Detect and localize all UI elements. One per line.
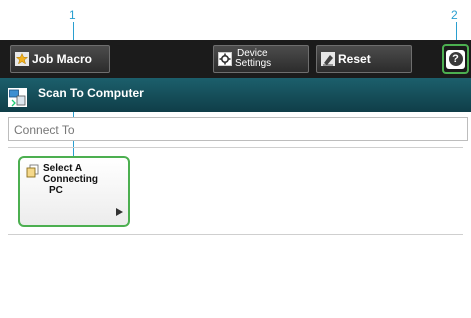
job-macro-button[interactable]: Job Macro xyxy=(10,45,110,73)
tile-label-line1: Select A xyxy=(43,163,83,174)
arrow-right-icon xyxy=(116,203,123,221)
device-settings-icon xyxy=(218,52,232,66)
separator-top xyxy=(8,147,463,148)
tile-label-line3: PC xyxy=(49,185,63,196)
connect-to-field[interactable]: Connect To xyxy=(8,117,468,141)
select-connecting-pc-button[interactable]: Select A Connecting PC xyxy=(18,156,130,227)
screen-title-bar: Scan To Computer xyxy=(0,78,471,112)
device-settings-label-line2: Settings xyxy=(235,58,272,69)
top-toolbar: Job Macro Device Settings Reset ? xyxy=(0,40,471,78)
help-button[interactable]: ? xyxy=(442,44,469,74)
eraser-icon xyxy=(321,52,335,66)
star-icon xyxy=(15,52,29,66)
reset-button[interactable]: Reset xyxy=(316,45,412,73)
page-title: Scan To Computer xyxy=(38,86,144,100)
callout-number-1: 1 xyxy=(69,8,76,22)
job-macro-label: Job Macro xyxy=(32,52,93,66)
device-settings-button[interactable]: Device Settings xyxy=(213,45,309,73)
reset-label: Reset xyxy=(338,52,371,66)
scan-to-computer-icon xyxy=(8,88,27,112)
separator-bottom xyxy=(8,234,463,235)
help-icon: ? xyxy=(446,49,465,69)
tile-label-line2: Connecting xyxy=(43,174,98,185)
pc-list-icon xyxy=(26,164,40,183)
callout-number-2: 2 xyxy=(451,8,458,22)
